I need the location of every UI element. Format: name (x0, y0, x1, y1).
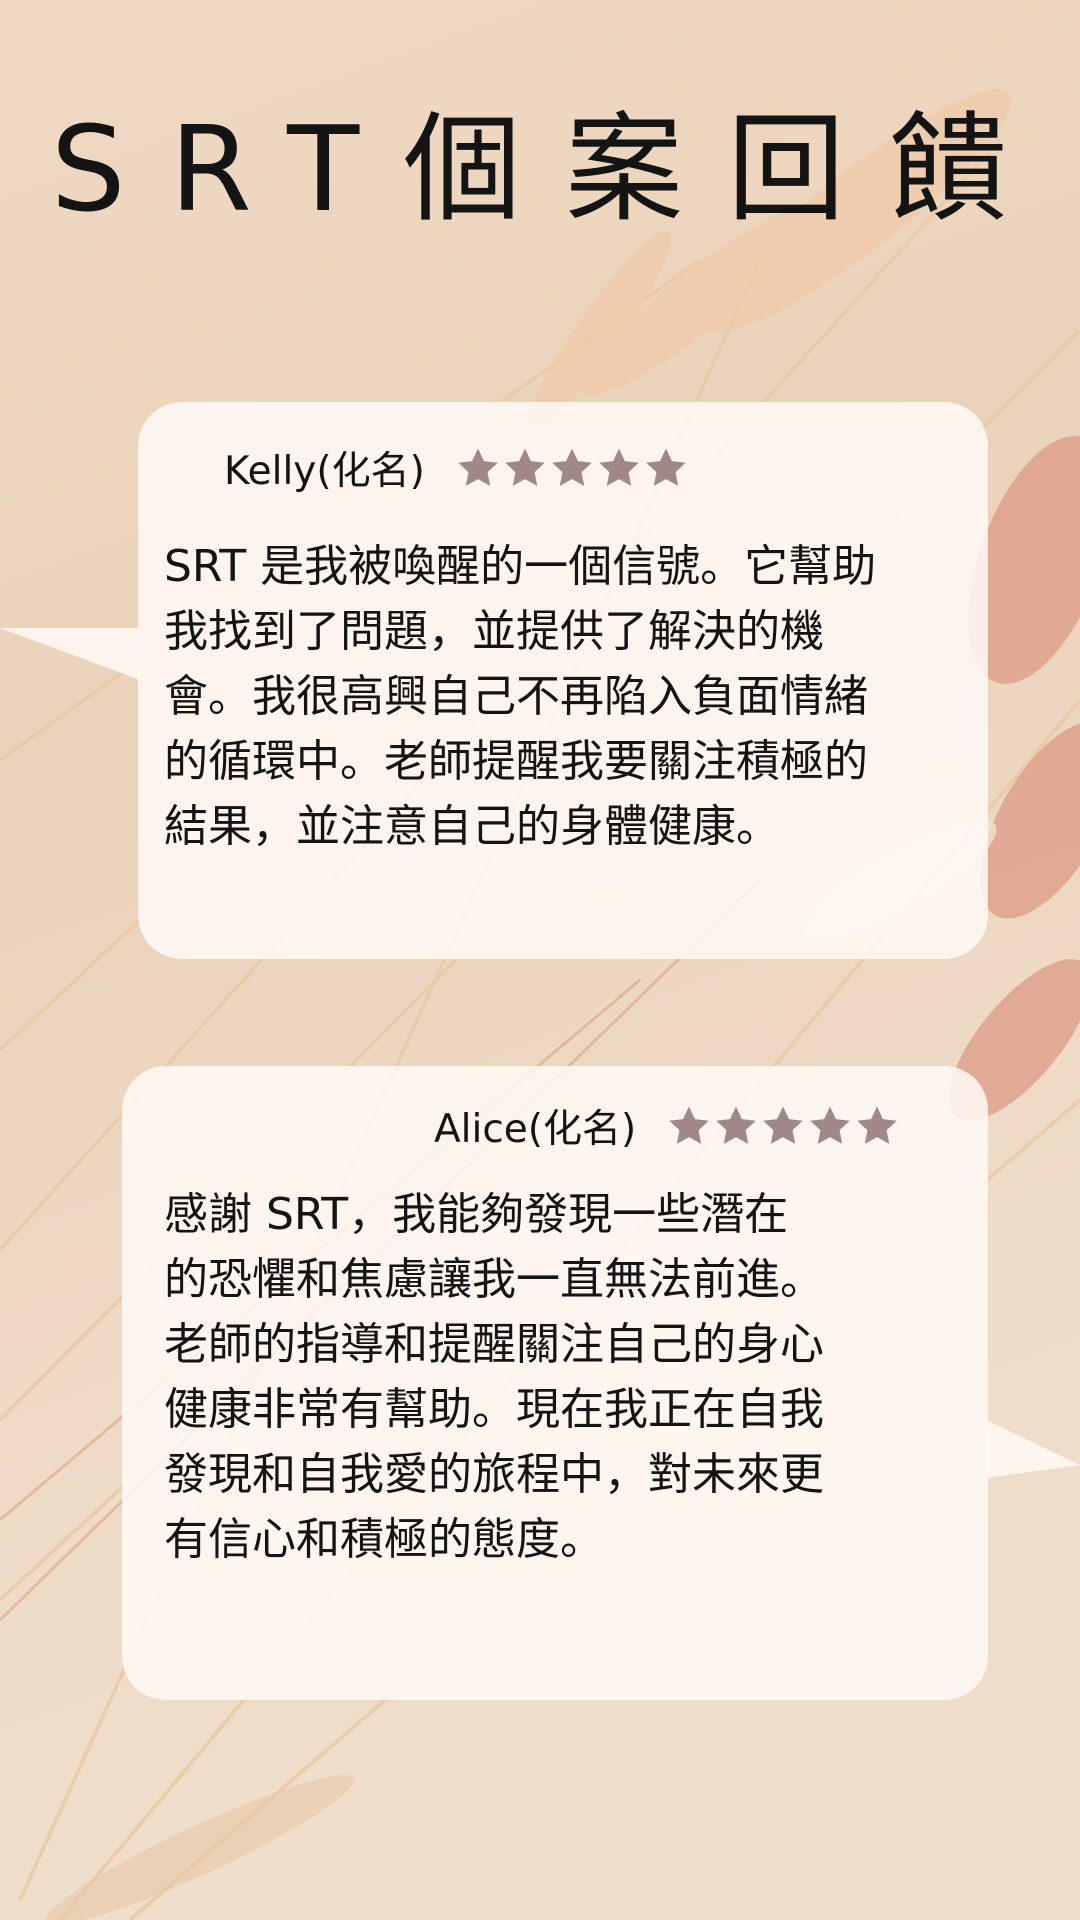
review-header: Kelly(化名) (224, 440, 690, 496)
review-header: Alice(化名) (434, 1098, 901, 1154)
star-icon (857, 1106, 897, 1144)
star-rating (455, 445, 690, 491)
star-icon (552, 448, 592, 486)
star-icon (505, 448, 545, 486)
bubble-tail-left (0, 628, 140, 680)
review-card-kelly: Kelly(化名) SRT 是我被喚醒的一個信號。它幫助 我找到了問題，並提供了… (138, 402, 988, 959)
star-icon (646, 448, 686, 486)
star-icon (599, 448, 639, 486)
star-icon (763, 1106, 803, 1144)
star-icon (716, 1106, 756, 1144)
reviewer-name: Kelly(化名) (224, 449, 425, 494)
page-title: SRT個案回饋 (50, 100, 1052, 238)
reviewer-name: Alice(化名) (434, 1107, 637, 1152)
bubble-tail-right (986, 1420, 1080, 1478)
review-text: SRT 是我被喚醒的一個信號。它幫助 我找到了問題，並提供了解決的機 會。我很高… (164, 541, 877, 852)
star-icon (810, 1106, 850, 1144)
review-card-alice: Alice(化名) 感謝 SRT，我能夠發現一些潛在 的恐懼和焦慮讓我一直無法前… (122, 1066, 988, 1700)
star-icon (669, 1106, 709, 1144)
star-rating (666, 1103, 901, 1149)
star-icon (458, 448, 498, 486)
review-text: 感謝 SRT，我能夠發現一些潛在 的恐懼和焦慮讓我一直無法前進。 老師的指導和提… (164, 1189, 824, 1565)
